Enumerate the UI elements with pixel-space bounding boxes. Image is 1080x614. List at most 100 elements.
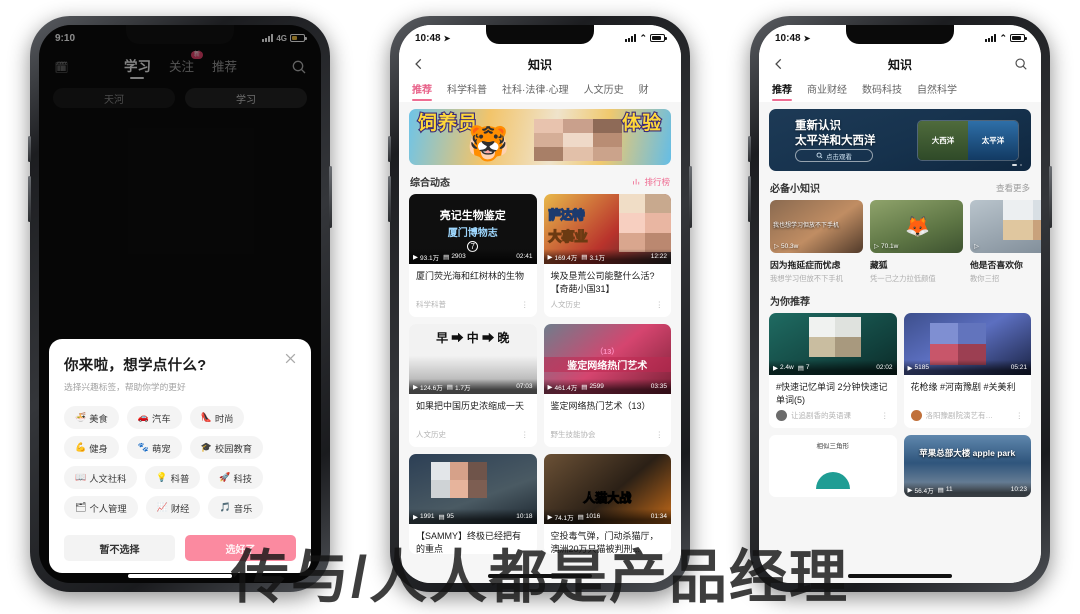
essential-card[interactable]: ▷ 他是否喜欢你 教你三招 — [970, 200, 1041, 284]
chip-car[interactable]: 🚗 汽车 — [126, 406, 182, 429]
video-thumbnail[interactable]: ▶ 5185 05:21 — [903, 313, 1031, 375]
essential-card[interactable]: 🦊 ▷ 70.1w 藏狐 凭一己之力拉低颜值 — [870, 200, 963, 284]
back-chevron-icon[interactable] — [412, 57, 426, 71]
ranking-label: 排行榜 — [644, 176, 670, 187]
section-title: 综合动态 — [410, 178, 450, 189]
banner-right-text: 体验 — [621, 113, 662, 134]
confirm-button[interactable]: 选好了 — [185, 535, 296, 561]
section-title: 必备小知识 — [770, 184, 820, 195]
essential-thumbnail[interactable]: 我也想学习但放不下手机 ▷ 50.3w — [770, 200, 863, 253]
play-icon: ▶ — [547, 513, 553, 521]
power-button[interactable] — [1049, 166, 1052, 228]
feed-2[interactable]: 饲养员 🐯 体验 综合动态 排行榜 亮记生物鉴定 厦门博物志 7 ▶ 93.1万… — [399, 102, 681, 583]
video-thumbnail[interactable]: ▶ 1991 ▤ 95 10:18 — [409, 454, 537, 524]
play-icon: ▶ — [413, 253, 418, 261]
video-card[interactable]: 早 ➡ 中 ➡ 晚 ▶ 124.6万 ▤ 1.7万 07:03 如果把中国历史浓缩成… — [409, 324, 537, 447]
video-thumbnail[interactable]: （13） 鉴定网络热门艺术 ▶ 461.4万 ▤ 2599 03:35 — [543, 324, 671, 394]
search-icon[interactable] — [1014, 57, 1028, 71]
tab-humanities-history[interactable]: 人文历史 — [584, 81, 624, 102]
view-more-link[interactable]: 查看更多 — [996, 182, 1030, 194]
more-options-icon[interactable]: ⋮ — [656, 300, 665, 309]
more-options-icon[interactable]: ⋮ — [1016, 411, 1025, 420]
chip-food[interactable]: 🍜 美食 — [64, 406, 119, 429]
chip-music[interactable]: 🎵 音乐 — [208, 496, 264, 519]
comment-icon: ▤ — [438, 513, 445, 521]
promo-banner-3[interactable]: 重新认识 太平洋和大西洋 点击观看 大西洋 太平洋 — [769, 109, 1031, 171]
play-icon: ▷ — [774, 243, 779, 250]
video-card[interactable]: 相似三角形 — [769, 435, 897, 497]
video-card[interactable]: ▶ 2.4w ▤ 7 02:02 #快速记忆单词 2分钟快速记单词(5) 让追剧香的… — [769, 313, 897, 428]
essential-subtitle: 教你三招 — [970, 274, 1000, 283]
banner-cta-button[interactable]: 点击观看 — [795, 149, 873, 162]
chip-science-popular[interactable]: 💡 科普 — [145, 466, 201, 489]
avatar[interactable] — [776, 410, 787, 421]
video-thumbnail[interactable]: ▶ 2.4w ▤ 7 02:02 — [769, 313, 897, 375]
chip-label: 萌宠 — [152, 443, 171, 454]
ranking-link[interactable]: 排行榜 — [632, 176, 670, 188]
more-options-icon[interactable]: ⋮ — [656, 430, 665, 439]
chip-humanities[interactable]: 📖 人文社科 — [64, 466, 138, 489]
video-card[interactable]: ▶ 1991 ▤ 95 10:18 【SAMMY】终极已经把有的重点 — [409, 454, 537, 554]
video-meta: ▶ 461.4万 ▤ 2599 03:35 — [543, 379, 671, 394]
video-card[interactable]: 萨达特 大事业 ▶ 169.4万 ▤ 3.1万 12:22 埃及垦荒公司能整什么… — [543, 194, 671, 317]
essential-thumbnail[interactable]: ▷ — [970, 200, 1041, 253]
more-options-icon[interactable]: ⋮ — [881, 411, 890, 420]
more-options-icon[interactable]: ⋮ — [521, 430, 530, 439]
chip-fitness[interactable]: 💪 健身 — [64, 436, 119, 459]
chip-pets[interactable]: 🐾 萌宠 — [126, 436, 182, 459]
banner-image-right-label: 太平洋 — [968, 121, 1018, 160]
video-thumbnail[interactable]: 早 ➡ 中 ➡ 晚 ▶ 124.6万 ▤ 1.7万 07:03 — [409, 324, 537, 394]
play-count: ▶ 461.4万 — [547, 383, 578, 392]
modal-subtitle: 选择兴趣标签，帮助你学的更好 — [64, 382, 186, 392]
video-card[interactable]: 亮记生物鉴定 厦门博物志 7 ▶ 93.1万 ▤ 2903 02:41 厦门荧光海和… — [409, 194, 537, 317]
video-card[interactable]: 苹果总部大楼 apple park ▶ 56.4万 ▤ 11 10:23 — [903, 435, 1031, 497]
food-icon: 🍜 — [75, 412, 87, 422]
essential-title: 他是否喜欢你 — [970, 260, 1023, 270]
author-name: 洛阳豫剧院演艺有… — [925, 411, 994, 420]
video-thumbnail[interactable]: 相似三角形 — [769, 435, 897, 497]
tab-science[interactable]: 科学科普 — [447, 81, 487, 102]
chip-technology[interactable]: 🚀 科技 — [208, 466, 264, 489]
avatar[interactable] — [910, 410, 922, 421]
phone-1-screen: 9:10 4G 🗓 学习 关注 新 推荐 天河 学习 你来啦，想学点什么? 选择… — [39, 25, 321, 583]
tab-business-finance[interactable]: 商业财经 — [807, 81, 847, 102]
video-thumbnail[interactable]: 苹果总部大楼 apple park ▶ 56.4万 ▤ 11 10:23 — [903, 435, 1031, 497]
video-card[interactable]: 人猫大战 ▶ 74.1万 ▤ 1016 01:34 空投毒气弹，门动杀猫厅，澳洲20… — [543, 454, 671, 554]
chip-label: 汽车 — [152, 413, 171, 424]
thumbnail-overlay-text: 我也想学习但放不下手机 — [773, 223, 840, 229]
chip-fashion[interactable]: 👠 时尚 — [189, 406, 245, 429]
tab-digital-tech[interactable]: 数码科技 — [862, 81, 902, 102]
video-card[interactable]: （13） 鉴定网络热门艺术 ▶ 461.4万 ▤ 2599 03:35 鉴定网络热门… — [543, 324, 671, 447]
comment-icon: ▤ — [446, 383, 453, 391]
tab-finance-partial[interactable]: 财 — [639, 81, 649, 102]
video-meta: ▶ 5185 05:21 — [903, 360, 1031, 375]
power-button[interactable] — [689, 166, 692, 228]
essential-card[interactable]: 我也想学习但放不下手机 ▷ 50.3w 因为拖延症而忧虑 我想学习但放不下手机 — [770, 200, 863, 284]
essentials-carousel[interactable]: 我也想学习但放不下手机 ▷ 50.3w 因为拖延症而忧虑 我想学习但放不下手机 🦊… — [759, 200, 1041, 284]
close-icon[interactable] — [284, 352, 297, 365]
tab-recommend[interactable]: 推荐 — [412, 81, 432, 102]
tab-recommend[interactable]: 推荐 — [772, 81, 792, 102]
video-thumbnail[interactable]: 萨达特 大事业 ▶ 169.4万 ▤ 3.1万 12:22 — [543, 194, 671, 264]
chip-label: 时尚 — [214, 413, 234, 424]
chip-campus-education[interactable]: 🎓 校园教育 — [189, 436, 264, 459]
power-button[interactable] — [329, 166, 332, 228]
video-thumbnail[interactable]: 亮记生物鉴定 厦门博物志 7 ▶ 93.1万 ▤ 2903 02:41 — [409, 194, 537, 264]
tab-social-law-psych[interactable]: 社科·法律·心理 — [502, 81, 569, 102]
video-thumbnail[interactable]: 人猫大战 ▶ 74.1万 ▤ 1016 01:34 — [543, 454, 671, 524]
feed-3[interactable]: 重新认识 太平洋和大西洋 点击观看 大西洋 太平洋 必备小知识 查看更多 我也想… — [759, 102, 1041, 583]
carousel-indicator[interactable] — [1012, 164, 1022, 166]
back-chevron-icon[interactable] — [772, 57, 786, 71]
tiger-icon: 🐯 — [467, 125, 510, 163]
essential-thumbnail[interactable]: 🦊 ▷ 70.1w — [870, 200, 963, 253]
chip-label: 健身 — [89, 443, 108, 454]
chip-finance[interactable]: 📈 财经 — [145, 496, 201, 519]
tab-natural-science[interactable]: 自然科学 — [917, 81, 957, 102]
promo-banner-2[interactable]: 饲养员 🐯 体验 — [409, 109, 671, 165]
duration: 05:21 — [1010, 364, 1027, 371]
video-card[interactable]: ▶ 5185 05:21 花枪缘 #河南豫剧 #关美利 洛阳豫剧院演艺有… ⋮ — [903, 313, 1031, 428]
chip-personal-management[interactable]: 🗂 个人管理 — [64, 496, 138, 519]
more-options-icon[interactable]: ⋮ — [521, 300, 530, 309]
skip-button[interactable]: 暂不选择 — [64, 535, 175, 561]
video-title: #快速记忆单词 2分钟快速记单词(5) — [776, 382, 888, 405]
